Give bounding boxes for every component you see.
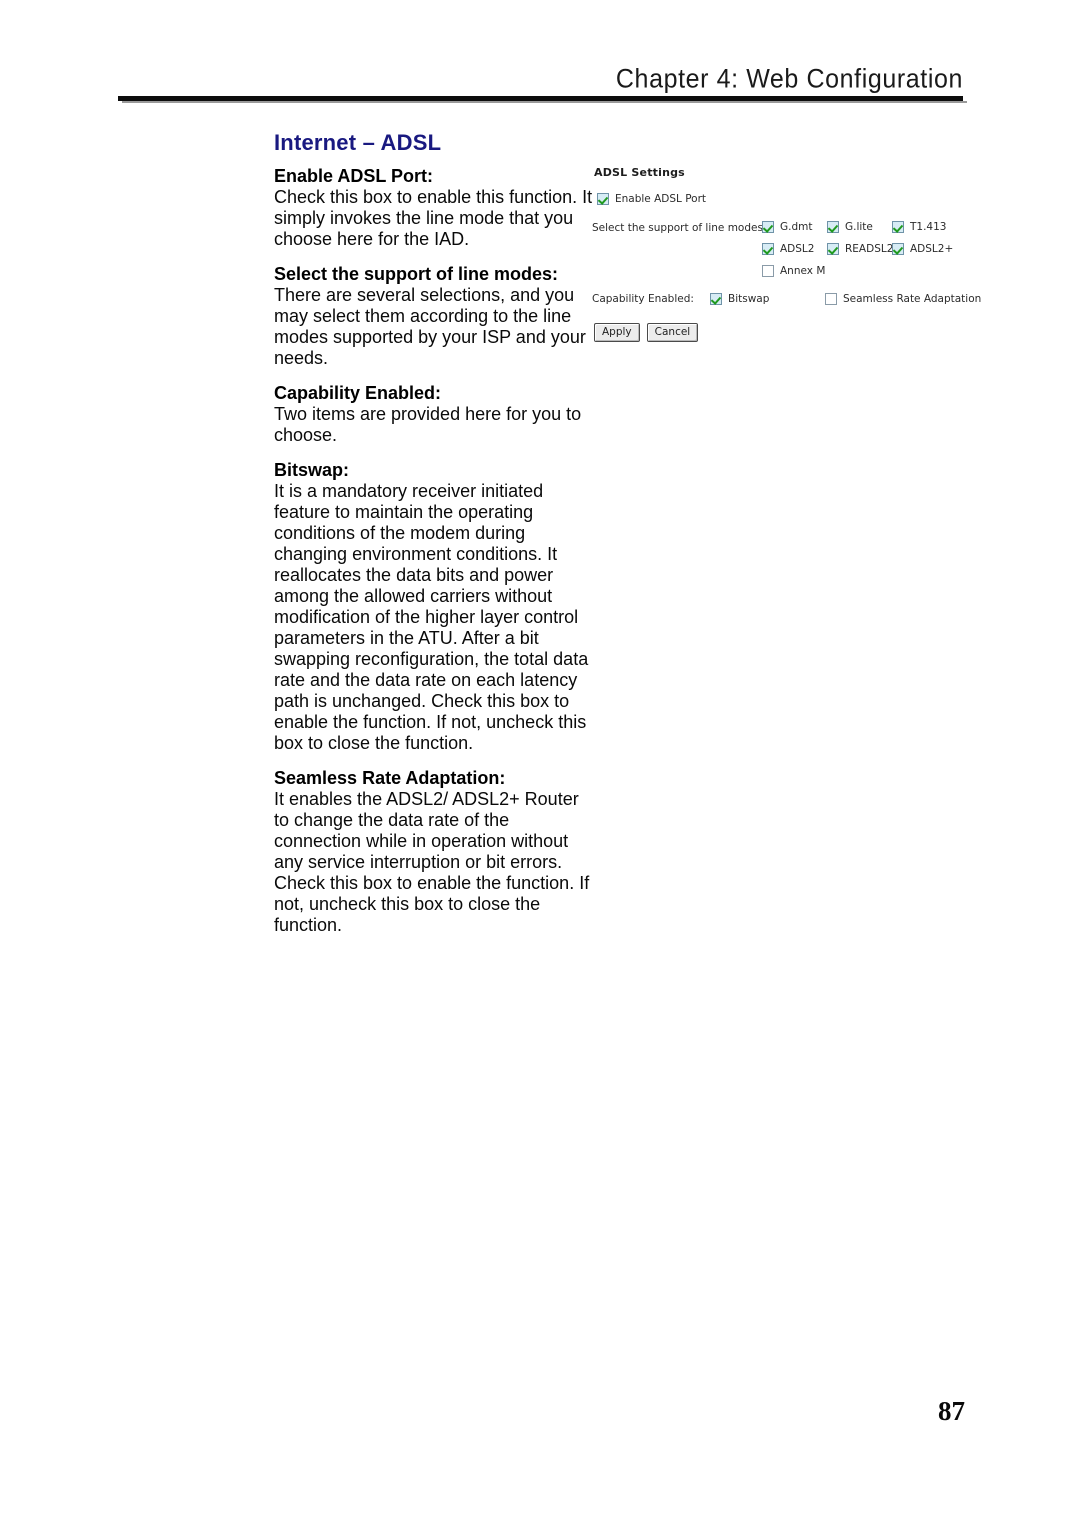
glossary-term: Bitswap: — [274, 460, 350, 480]
line-modes-row: G.dmt G.lite T1.413 — [762, 221, 972, 233]
line-modes-row: ADSL2 READSL2 ADSL2+ — [762, 243, 972, 255]
page-title: Internet – ADSL — [274, 130, 442, 155]
glossary-entry-enable-adsl-port: Enable ADSL Port: Check this box to enab… — [274, 166, 594, 250]
adsl-settings-title: ADSL Settings — [594, 166, 685, 179]
glossary-body: It is a mandatory receiver initiated fea… — [274, 481, 589, 753]
adsl2plus-checkbox[interactable] — [892, 243, 904, 255]
glossary-term: Seamless Rate Adaptation: — [274, 768, 506, 788]
glossary-entry-select-line-modes: Select the support of line modes: There … — [274, 264, 594, 369]
chapter-title: Chapter 4: Web Configuration — [615, 64, 963, 94]
seamless-rate-adaptation-checkbox[interactable] — [825, 293, 837, 305]
adsl2-label: ADSL2 — [780, 243, 815, 255]
line-mode-adsl2[interactable]: ADSL2 — [762, 243, 827, 255]
readsl2-checkbox[interactable] — [827, 243, 839, 255]
gdmt-label: G.dmt — [780, 221, 813, 233]
glossary-column: Enable ADSL Port: Check this box to enab… — [274, 166, 594, 936]
glossary-body: Check this box to enable this function. … — [274, 187, 593, 249]
line-mode-annex-m[interactable]: Annex M — [762, 265, 827, 277]
annex-m-checkbox[interactable] — [762, 265, 774, 277]
glossary-entry-capability-enabled: Capability Enabled: Two items are provid… — [274, 383, 594, 446]
line-modes-section: Select the support of line modes: G.dmt … — [592, 221, 972, 277]
seamless-rate-adaptation-option[interactable]: Seamless Rate Adaptation — [825, 293, 981, 305]
t1413-label: T1.413 — [910, 221, 947, 233]
seamless-rate-adaptation-label: Seamless Rate Adaptation — [843, 293, 982, 305]
gdmt-checkbox[interactable] — [762, 221, 774, 233]
enable-adsl-port-checkbox[interactable] — [597, 193, 609, 205]
line-mode-readsl2[interactable]: READSL2 — [827, 243, 894, 255]
bitswap-label: Bitswap — [728, 293, 770, 305]
glossary-body: There are several selections, and you ma… — [274, 285, 586, 368]
glossary-entry-bitswap: Bitswap: It is a mandatory receiver init… — [274, 460, 594, 754]
bitswap-option[interactable]: Bitswap — [710, 293, 825, 305]
adsl2plus-label: ADSL2+ — [910, 243, 954, 255]
line-mode-glite[interactable]: G.lite — [827, 221, 892, 233]
line-mode-adsl2plus[interactable]: ADSL2+ — [892, 243, 957, 255]
glossary-term: Enable ADSL Port: — [274, 166, 434, 186]
t1413-checkbox[interactable] — [892, 221, 904, 233]
capability-enabled-section: Capability Enabled: Bitswap Seamless Rat… — [592, 293, 981, 305]
line-modes-grid: G.dmt G.lite T1.413 ADSL2 READSL2 ADSL2+… — [762, 221, 972, 277]
line-mode-t1413[interactable]: T1.413 — [892, 221, 957, 233]
line-modes-row: Annex M — [762, 265, 972, 277]
form-button-row: Apply Cancel — [594, 323, 972, 342]
enable-adsl-port-row[interactable]: Enable ADSL Port — [597, 193, 972, 205]
header-divider-shadow — [122, 101, 967, 103]
glossary-entry-seamless-rate-adaptation: Seamless Rate Adaptation: It enables the… — [274, 768, 594, 936]
adsl-settings-screenshot: ADSL Settings Enable ADSL Port Select th… — [592, 166, 981, 342]
bitswap-checkbox[interactable] — [710, 293, 722, 305]
adsl2-checkbox[interactable] — [762, 243, 774, 255]
line-mode-gdmt[interactable]: G.dmt — [762, 221, 827, 233]
apply-button[interactable]: Apply — [594, 323, 640, 342]
line-modes-label: Select the support of line modes: — [592, 222, 767, 234]
capability-enabled-label: Capability Enabled: — [592, 293, 694, 305]
cancel-button[interactable]: Cancel — [646, 323, 699, 342]
page-number: 87 — [938, 1396, 965, 1426]
glossary-term: Capability Enabled: — [274, 383, 442, 403]
glite-label: G.lite — [845, 221, 873, 233]
glite-checkbox[interactable] — [827, 221, 839, 233]
glossary-term: Select the support of line modes: — [274, 264, 559, 284]
glossary-body: It enables the ADSL2/ ADSL2+ Router to c… — [274, 789, 590, 935]
running-head: Chapter 4: Web Configuration — [118, 64, 963, 95]
readsl2-label: READSL2 — [845, 243, 894, 255]
glossary-body: Two items are provided here for you to c… — [274, 404, 582, 445]
enable-adsl-port-label: Enable ADSL Port — [615, 193, 707, 205]
annex-m-label: Annex M — [780, 265, 826, 277]
